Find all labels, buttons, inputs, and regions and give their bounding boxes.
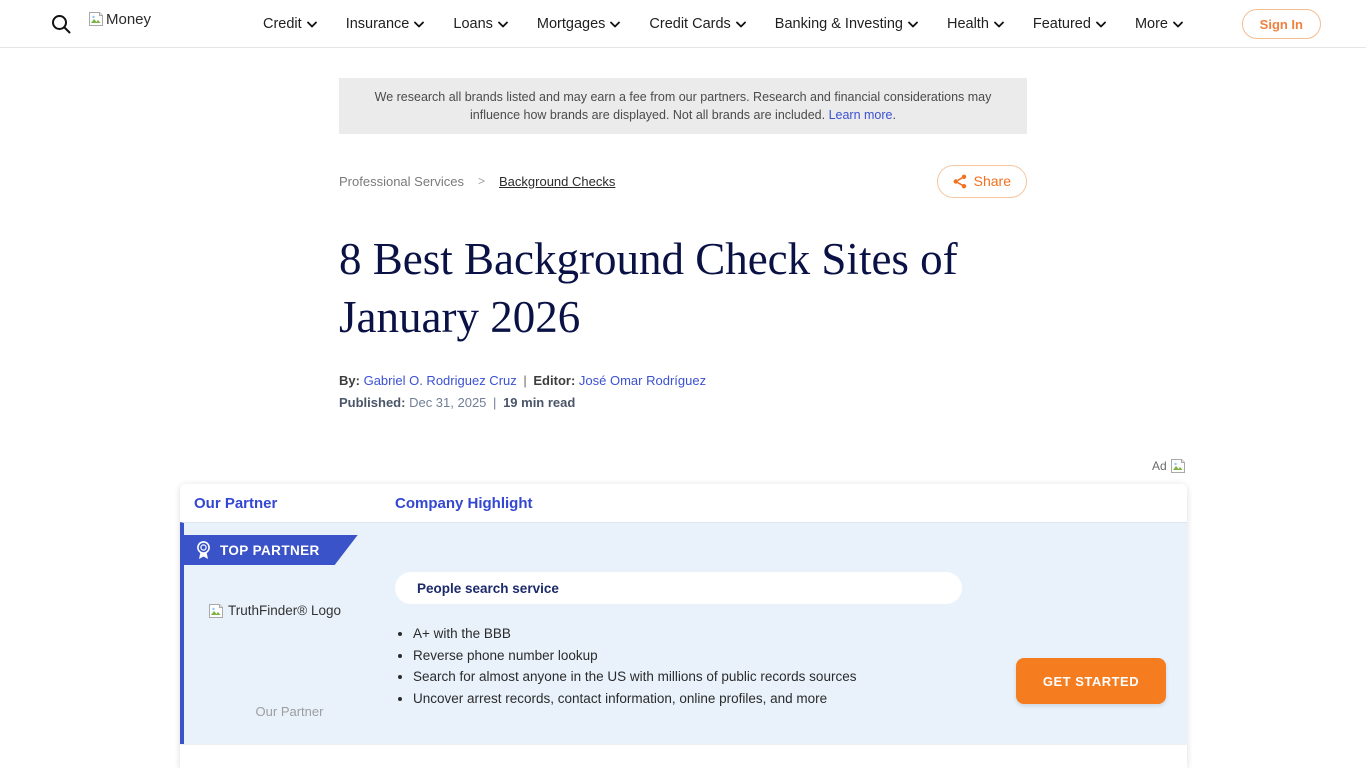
money-logo[interactable]: Money <box>88 11 151 29</box>
main-navigation: Credit Insurance Loans Mortgages Credit … <box>263 0 1183 48</box>
list-item: A+ with the BBB <box>413 623 1003 645</box>
published-label: Published: <box>339 395 405 410</box>
search-icon[interactable] <box>50 13 72 35</box>
breadcrumb-separator-icon: > <box>478 174 485 188</box>
nav-item-credit-cards[interactable]: Credit Cards <box>649 16 745 32</box>
top-nav-bar: Money Credit Insurance Loans Mortgages C… <box>0 0 1366 48</box>
share-button[interactable]: Share <box>937 165 1027 198</box>
ad-label: Ad <box>1152 459 1167 473</box>
highlight-title-pill: People search service <box>395 572 962 604</box>
nav-item-insurance[interactable]: Insurance <box>346 16 425 32</box>
breadcrumb: Professional Services > Background Check… <box>339 174 615 189</box>
advertiser-disclosure: We research all brands listed and may ea… <box>339 78 1027 134</box>
table-header-row: Our Partner Company Highlight <box>180 484 1187 522</box>
nav-item-credit[interactable]: Credit <box>263 16 317 32</box>
read-time: 19 min read <box>503 395 575 410</box>
broken-image-icon <box>88 11 104 27</box>
partner-logo[interactable]: TruthFinder® Logo <box>208 603 341 619</box>
partner-logo-alt-text: TruthFinder® Logo <box>228 603 341 619</box>
nav-item-featured[interactable]: Featured <box>1033 16 1106 32</box>
nav-item-mortgages[interactable]: Mortgages <box>537 16 621 32</box>
nav-item-loans[interactable]: Loans <box>453 16 508 32</box>
ad-marker: Ad <box>1152 458 1186 474</box>
byline: By: Gabriel O. Rodriguez Cruz | Editor: … <box>339 373 706 388</box>
by-label: By: <box>339 373 360 388</box>
column-header-our-partner: Our Partner <box>194 495 395 512</box>
chevron-down-icon <box>736 21 746 28</box>
highlight-bullet-list: A+ with the BBB Reverse phone number loo… <box>413 623 1003 709</box>
logo-alt-text: Money <box>106 11 151 29</box>
chevron-down-icon <box>610 21 620 28</box>
chevron-down-icon <box>908 21 918 28</box>
list-item: Reverse phone number lookup <box>413 645 1003 667</box>
chevron-down-icon <box>1173 21 1183 28</box>
medal-icon <box>196 541 211 560</box>
partner-caption: Our Partner <box>184 704 395 719</box>
nav-item-banking-investing[interactable]: Banking & Investing <box>775 16 918 32</box>
chevron-down-icon <box>414 21 424 28</box>
broken-image-icon <box>208 603 224 619</box>
breadcrumb-background-checks[interactable]: Background Checks <box>499 174 615 189</box>
chevron-down-icon <box>1096 21 1106 28</box>
top-partner-row: TOP PARTNER TruthFinder® Logo Our Partne… <box>180 522 1187 744</box>
learn-more-link[interactable]: Learn more <box>829 108 893 122</box>
share-icon <box>953 174 967 189</box>
share-label: Share <box>974 173 1011 189</box>
highlight-title: People search service <box>417 581 559 596</box>
nav-item-health[interactable]: Health <box>947 16 1004 32</box>
disclosure-text: We research all brands listed and may ea… <box>363 88 1003 124</box>
published-line: Published: Dec 31, 2025 | 19 min read <box>339 395 575 410</box>
nav-item-more[interactable]: More <box>1135 16 1183 32</box>
author-link[interactable]: Gabriel O. Rodriguez Cruz <box>364 373 517 388</box>
partner-comparison-table: Our Partner Company Highlight TOP PARTNE… <box>180 484 1187 768</box>
page-title: 8 Best Background Check Sites of January… <box>339 230 1039 346</box>
broken-image-icon <box>1170 458 1186 474</box>
get-started-button[interactable]: GET STARTED <box>1016 658 1166 704</box>
page: Money Credit Insurance Loans Mortgages C… <box>0 0 1366 768</box>
chevron-down-icon <box>498 21 508 28</box>
editor-label: Editor: <box>533 373 575 388</box>
top-partner-badge: TOP PARTNER <box>180 535 358 565</box>
chevron-down-icon <box>307 21 317 28</box>
published-date: Dec 31, 2025 <box>409 395 486 410</box>
sign-in-button[interactable]: Sign In <box>1242 9 1321 39</box>
breadcrumb-row: Professional Services > Background Check… <box>339 163 1027 199</box>
breadcrumb-professional-services[interactable]: Professional Services <box>339 174 464 189</box>
top-partner-label: TOP PARTNER <box>220 543 320 558</box>
column-header-company-highlight: Company Highlight <box>395 495 533 512</box>
chevron-down-icon <box>994 21 1004 28</box>
editor-link[interactable]: José Omar Rodríguez <box>579 373 706 388</box>
list-item: Search for almost anyone in the US with … <box>413 666 1003 688</box>
next-table-row <box>180 744 1187 767</box>
list-item: Uncover arrest records, contact informat… <box>413 688 1003 710</box>
